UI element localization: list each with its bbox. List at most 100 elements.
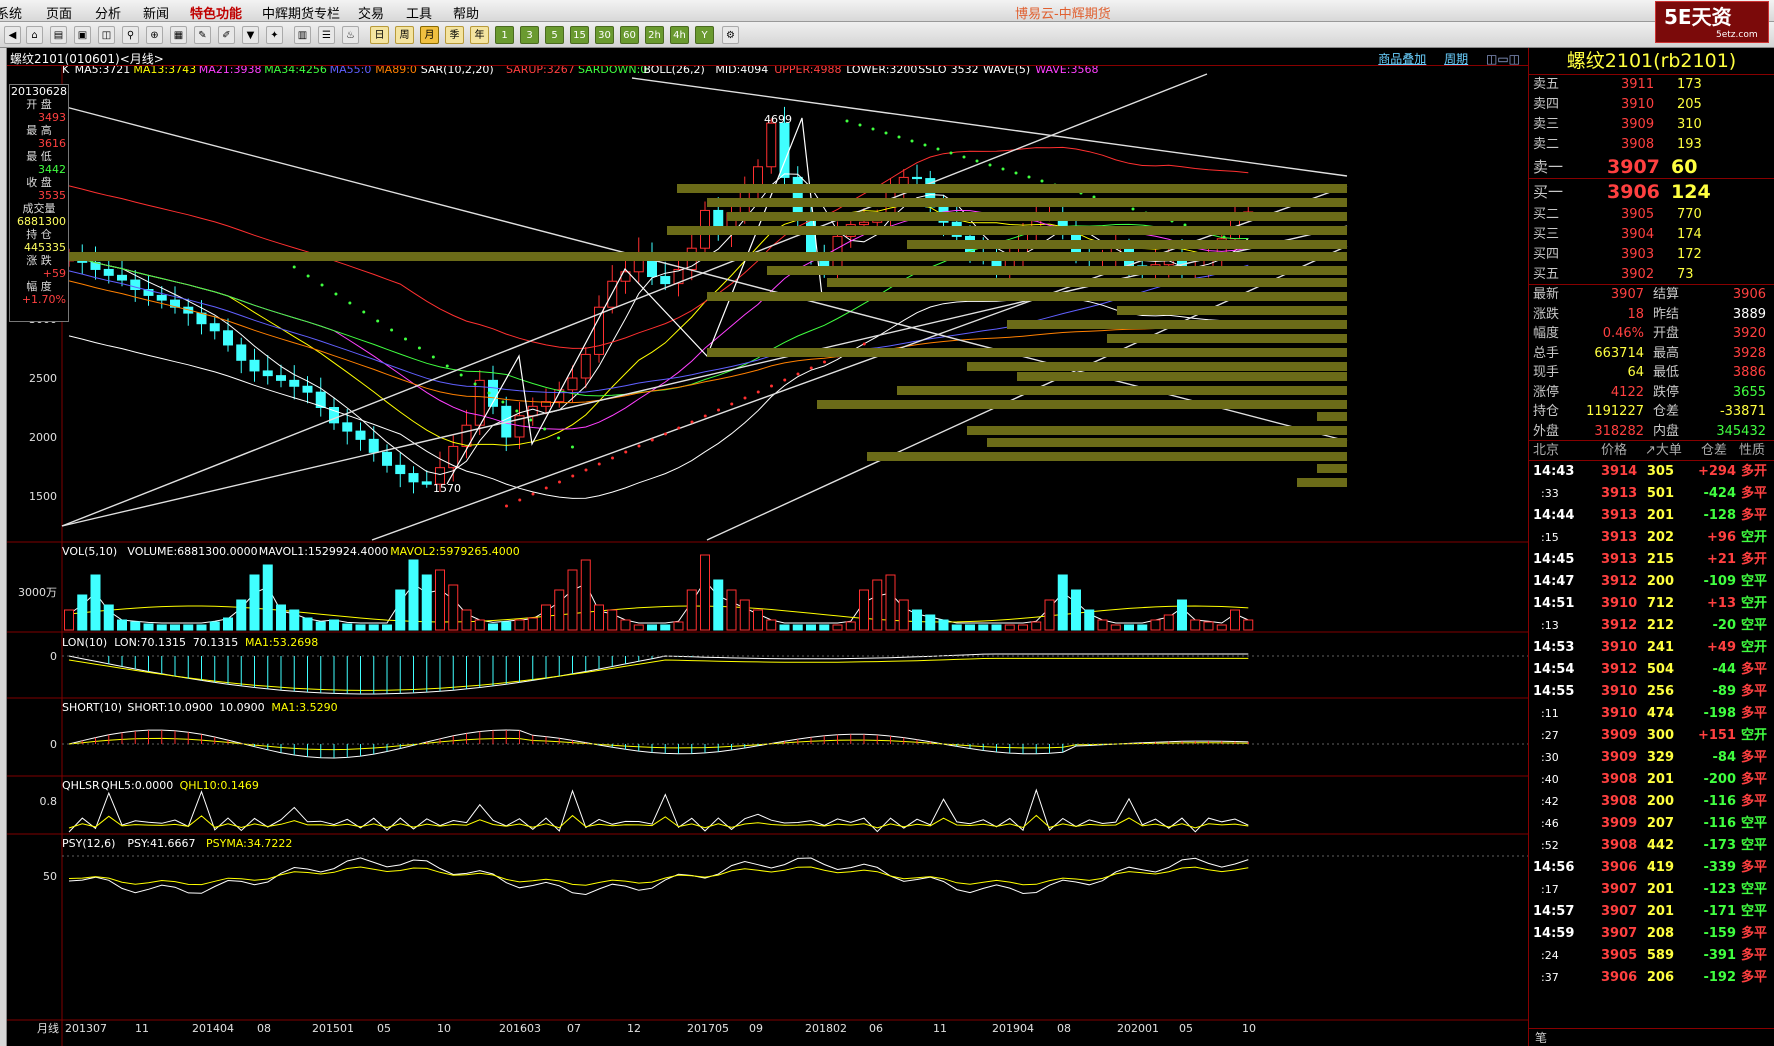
overlay-link[interactable]: 商品叠加 bbox=[1378, 52, 1426, 66]
tick-row[interactable]: 14:47 3912 200 -109 空平 bbox=[1529, 571, 1774, 593]
menu-broker-column[interactable]: 中辉期货专栏 bbox=[262, 3, 340, 22]
back-icon[interactable]: ◀ bbox=[4, 26, 21, 44]
tick-price: 3910 bbox=[1601, 640, 1638, 655]
menu-page[interactable]: 页面 bbox=[46, 3, 72, 22]
search-icon[interactable]: ⚲ bbox=[122, 26, 139, 44]
tick-row[interactable]: 14:43 3914 305 +294 多开 bbox=[1529, 461, 1774, 483]
period-4h-button[interactable]: 4h bbox=[670, 26, 689, 44]
period-30m-button[interactable]: 30 bbox=[595, 26, 614, 44]
bid-level-1[interactable]: 买一 3906 124 bbox=[1529, 179, 1774, 205]
news-icon[interactable]: ▤ bbox=[50, 26, 67, 44]
tick-icon[interactable]: ♨ bbox=[342, 26, 359, 44]
sar-dot bbox=[445, 364, 449, 368]
brush-icon[interactable]: ✐ bbox=[218, 26, 235, 44]
sar-dot bbox=[531, 492, 535, 496]
ask-level-2[interactable]: 卖二 3908 193 bbox=[1529, 135, 1774, 155]
tick-row[interactable]: :52 3908 442 -173 空平 bbox=[1529, 835, 1774, 857]
bid-label: 买一 bbox=[1533, 183, 1564, 201]
menu-system[interactable]: 系统 bbox=[0, 3, 22, 22]
menu-news[interactable]: 新闻 bbox=[143, 3, 169, 22]
tick-row[interactable]: 14:45 3913 215 +21 多开 bbox=[1529, 549, 1774, 571]
tick-row[interactable]: 14:51 3910 712 +13 空开 bbox=[1529, 593, 1774, 615]
tick-nature: 空开 bbox=[1741, 596, 1768, 611]
chart-title: 螺纹2101(010601)<月线> bbox=[10, 52, 164, 66]
period-month-button[interactable]: 月 bbox=[420, 26, 439, 44]
stat-value: 4122 bbox=[1610, 384, 1644, 400]
tick-row[interactable]: :37 3906 206 -192 多平 bbox=[1529, 967, 1774, 989]
period-y-button[interactable]: Y bbox=[695, 26, 714, 44]
tick-row[interactable]: 14:44 3913 201 -128 多平 bbox=[1529, 505, 1774, 527]
tick-row[interactable]: 14:54 3912 504 -44 多平 bbox=[1529, 659, 1774, 681]
period-day-button[interactable]: 日 bbox=[370, 26, 389, 44]
menu-trade[interactable]: 交易 bbox=[358, 3, 384, 22]
window-icon[interactable]: ▣ bbox=[74, 26, 91, 44]
settings-icon[interactable]: ⚙ bbox=[722, 26, 739, 44]
menu-analysis[interactable]: 分析 bbox=[95, 3, 121, 22]
kline-chart[interactable]: K MA5:3721 MA13:3743 MA21:3938 MA34:4256 MA55… bbox=[7, 66, 1528, 1046]
ask-level-4[interactable]: 卖四 3910 205 bbox=[1529, 95, 1774, 115]
window-buttons-icon[interactable]: ◫▭◫ bbox=[1486, 52, 1520, 66]
period-year-button[interactable]: 年 bbox=[470, 26, 489, 44]
tick-oi-change: -128 bbox=[1703, 508, 1736, 523]
period-5m-button[interactable]: 5 bbox=[545, 26, 564, 44]
tick-row[interactable]: :42 3908 200 -116 多平 bbox=[1529, 791, 1774, 813]
tick-row[interactable]: :11 3910 474 -198 多平 bbox=[1529, 703, 1774, 725]
tick-row[interactable]: :33 3913 501 -424 多平 bbox=[1529, 483, 1774, 505]
stat-label: 幅度 bbox=[1533, 326, 1560, 341]
tick-row[interactable]: :46 3909 207 -116 空平 bbox=[1529, 813, 1774, 835]
menu-features[interactable]: 特色功能 bbox=[190, 3, 242, 22]
tick-row[interactable]: :30 3909 329 -84 多平 bbox=[1529, 747, 1774, 769]
grid-icon[interactable]: ▥ bbox=[294, 26, 311, 44]
period-60m-button[interactable]: 60 bbox=[620, 26, 639, 44]
stat-row: 幅度 0.46% 开盘 3920 bbox=[1529, 324, 1774, 344]
period-week-button[interactable]: 周 bbox=[395, 26, 414, 44]
tick-row[interactable]: 14:55 3910 256 -89 多平 bbox=[1529, 681, 1774, 703]
bid-level-2[interactable]: 买二 3905 770 bbox=[1529, 205, 1774, 225]
volume-bar bbox=[700, 554, 710, 631]
tick-price: 3913 bbox=[1601, 530, 1638, 545]
period-15m-button[interactable]: 15 bbox=[570, 26, 589, 44]
new-icon[interactable]: ✦ bbox=[266, 26, 283, 44]
bid-level-5[interactable]: 买五 3902 73 bbox=[1529, 265, 1774, 285]
period-2h-button[interactable]: 2h bbox=[645, 26, 664, 44]
tick-row[interactable]: :17 3907 201 -123 空平 bbox=[1529, 879, 1774, 901]
tick-row[interactable]: :27 3909 300 +151 空开 bbox=[1529, 725, 1774, 747]
tick-row[interactable]: :40 3908 201 -200 多平 bbox=[1529, 769, 1774, 791]
filter-icon[interactable]: ▼ bbox=[242, 26, 259, 44]
tick-price: 3906 bbox=[1601, 860, 1638, 875]
zoom-icon[interactable]: ⊕ bbox=[146, 26, 163, 44]
left-side-strip[interactable] bbox=[0, 48, 7, 1046]
tick-time: 14:45 bbox=[1533, 552, 1575, 567]
period-1m-button[interactable]: 1 bbox=[495, 26, 514, 44]
layout-icon[interactable]: ▦ bbox=[170, 26, 187, 44]
tick-footer[interactable]: 笔 bbox=[1529, 1028, 1774, 1046]
ask-level-3[interactable]: 卖三 3909 310 bbox=[1529, 115, 1774, 135]
home-icon[interactable]: ⌂ bbox=[26, 26, 43, 44]
tick-row[interactable]: :13 3912 212 -20 空平 bbox=[1529, 615, 1774, 637]
ask-level-5[interactable]: 卖五 3911 173 bbox=[1529, 75, 1774, 95]
bid-level-3[interactable]: 买三 3904 174 bbox=[1529, 225, 1774, 245]
tick-oi-change: -44 bbox=[1712, 662, 1737, 677]
period-3m-button[interactable]: 3 bbox=[520, 26, 539, 44]
ask-level-1[interactable]: 卖一 3907 60 bbox=[1529, 155, 1774, 179]
stat-label: 结算 bbox=[1653, 287, 1680, 302]
tick-row[interactable]: 14:53 3910 241 +49 空开 bbox=[1529, 637, 1774, 659]
menu-help[interactable]: 帮助 bbox=[453, 3, 479, 22]
volume-profile-bar bbox=[1317, 464, 1347, 473]
tick-row[interactable]: :24 3905 589 -391 多平 bbox=[1529, 945, 1774, 967]
period-link[interactable]: 周期 bbox=[1444, 52, 1468, 66]
tick-row[interactable]: :15 3913 202 +96 空开 bbox=[1529, 527, 1774, 549]
period-quarter-button[interactable]: 季 bbox=[445, 26, 464, 44]
chart-icon[interactable]: ◫ bbox=[98, 26, 115, 44]
list-icon[interactable]: ☰ bbox=[318, 26, 335, 44]
tick-volume: 200 bbox=[1646, 574, 1674, 589]
tick-row[interactable]: 14:56 3906 419 -339 多平 bbox=[1529, 857, 1774, 879]
volume-profile-bar bbox=[677, 184, 1347, 193]
tick-row[interactable]: 14:57 3907 201 -171 空平 bbox=[1529, 901, 1774, 923]
bid-level-4[interactable]: 买四 3903 172 bbox=[1529, 245, 1774, 265]
tick-row[interactable]: 14:59 3907 208 -159 多平 bbox=[1529, 923, 1774, 945]
volume-bar bbox=[1163, 614, 1174, 631]
pen-icon[interactable]: ✎ bbox=[194, 26, 211, 44]
menu-tools[interactable]: 工具 bbox=[406, 3, 432, 22]
tick-list[interactable]: 14:43 3914 305 +294 多开:33 3913 501 -424 多平 14:44 3… bbox=[1529, 461, 1774, 989]
